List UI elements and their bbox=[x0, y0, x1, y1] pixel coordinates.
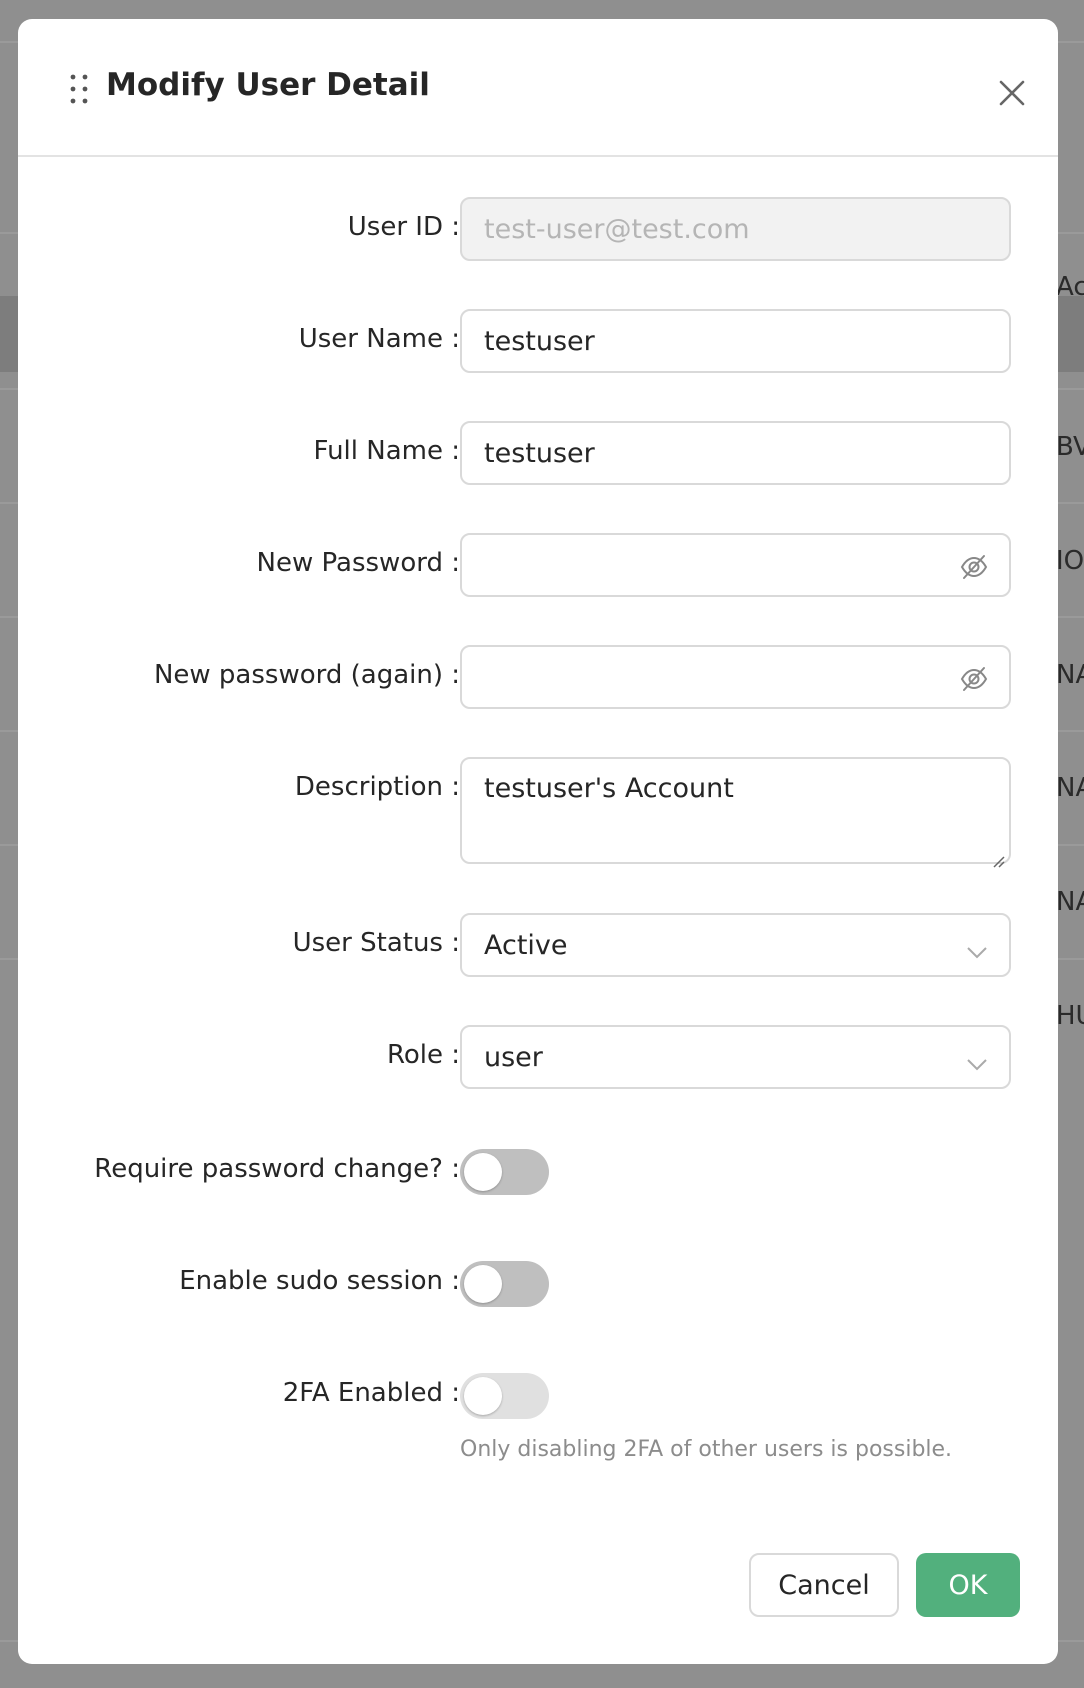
require-password-change-toggle[interactable] bbox=[460, 1149, 549, 1195]
description-textarea[interactable]: testuser's Account bbox=[460, 757, 1011, 868]
eye-invisible-icon[interactable] bbox=[959, 553, 989, 581]
new-password-again-field[interactable] bbox=[460, 645, 1011, 709]
close-icon[interactable] bbox=[992, 73, 1032, 113]
description-value: testuser's Account bbox=[484, 773, 734, 804]
role-value: user bbox=[484, 1041, 543, 1073]
user-status-select[interactable]: Active bbox=[460, 913, 1011, 977]
modify-user-modal: Modify User Detail User ID : test-user@t… bbox=[18, 19, 1058, 1664]
enable-sudo-session-toggle[interactable] bbox=[460, 1261, 549, 1307]
table-cell: NA bbox=[1056, 773, 1084, 803]
full-name-label: Full Name : bbox=[313, 436, 460, 466]
description-label: Description : bbox=[294, 772, 460, 802]
table-cell: NA bbox=[1056, 660, 1084, 690]
role-label: Role : bbox=[386, 1040, 460, 1070]
require-password-change-label: Require password change? : bbox=[94, 1154, 460, 1184]
full-name-value: testuser bbox=[484, 437, 595, 469]
toggle-knob bbox=[464, 1153, 502, 1191]
table-cell: IO bbox=[1056, 546, 1084, 576]
user-id-value: test-user@test.com bbox=[484, 213, 750, 245]
table-cell: HU bbox=[1056, 1001, 1084, 1031]
user-name-value: testuser bbox=[484, 325, 595, 357]
eye-invisible-icon[interactable] bbox=[959, 665, 989, 693]
table-cell: NA bbox=[1056, 887, 1084, 917]
user-name-label: User Name : bbox=[298, 324, 460, 354]
toggle-knob bbox=[464, 1377, 502, 1415]
two-fa-toggle[interactable] bbox=[460, 1373, 549, 1419]
ok-button-label: OK bbox=[948, 1569, 988, 1601]
modal-title: Modify User Detail bbox=[106, 67, 430, 103]
table-cell: BV bbox=[1056, 432, 1084, 462]
user-status-label: User Status : bbox=[292, 928, 460, 958]
modal-header: Modify User Detail bbox=[18, 19, 1058, 157]
chevron-down-icon bbox=[965, 937, 989, 959]
two-fa-label: 2FA Enabled : bbox=[282, 1378, 460, 1408]
resize-handle-icon[interactable] bbox=[991, 844, 1005, 868]
user-name-field[interactable]: testuser bbox=[460, 309, 1011, 373]
two-fa-help-text: Only disabling 2FA of other users is pos… bbox=[460, 1437, 953, 1462]
cancel-button-label: Cancel bbox=[778, 1569, 870, 1601]
new-password-field[interactable] bbox=[460, 533, 1011, 597]
user-id-field: test-user@test.com bbox=[460, 197, 1011, 261]
new-password-again-label: New password (again) : bbox=[153, 660, 460, 690]
cancel-button[interactable]: Cancel bbox=[749, 1553, 899, 1617]
user-id-label: User ID : bbox=[347, 212, 460, 242]
enable-sudo-session-label: Enable sudo session : bbox=[179, 1266, 460, 1296]
chevron-down-icon bbox=[965, 1049, 989, 1071]
full-name-field[interactable]: testuser bbox=[460, 421, 1011, 485]
drag-handle-icon[interactable] bbox=[64, 73, 94, 105]
ok-button[interactable]: OK bbox=[916, 1553, 1020, 1617]
new-password-label: New Password : bbox=[256, 548, 460, 578]
toggle-knob bbox=[464, 1265, 502, 1303]
table-cell: Ac bbox=[1056, 272, 1084, 302]
user-status-value: Active bbox=[484, 929, 568, 961]
role-select[interactable]: user bbox=[460, 1025, 1011, 1089]
